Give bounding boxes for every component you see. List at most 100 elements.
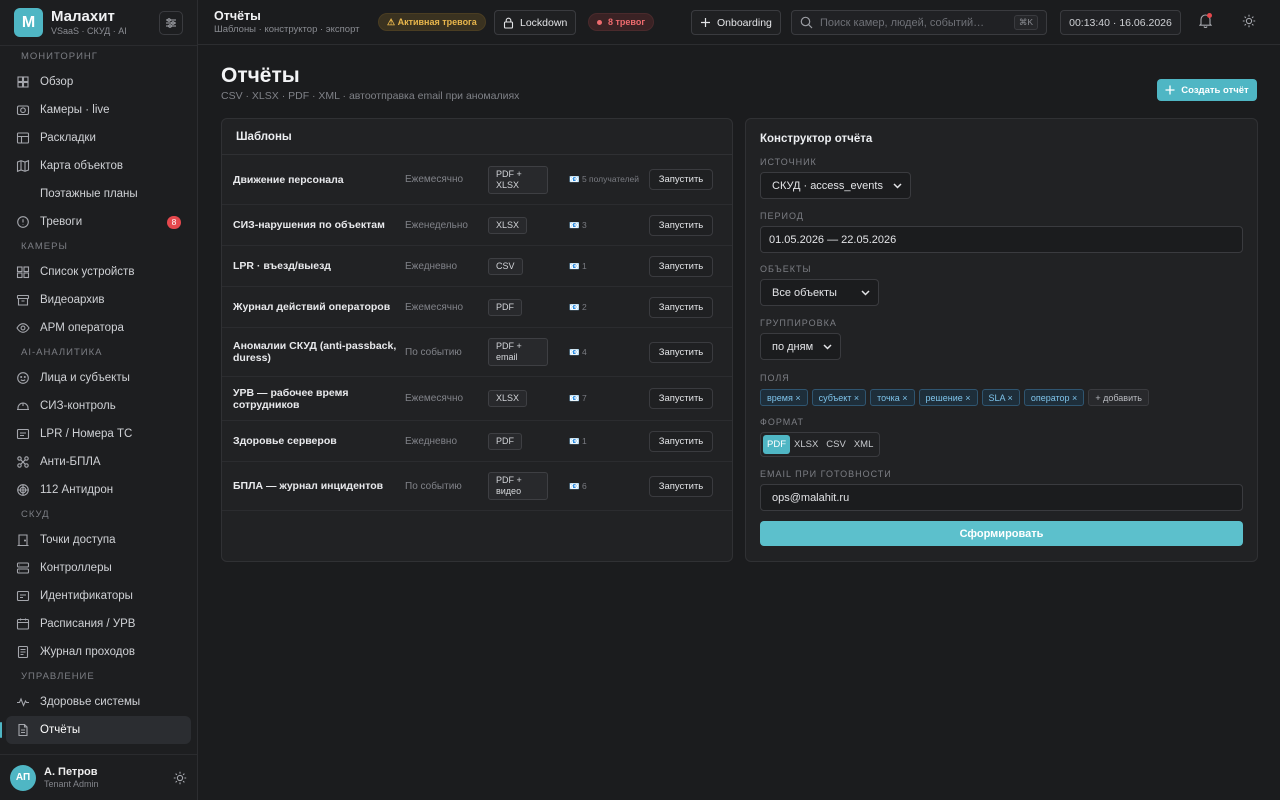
sidebar-item[interactable]: Список устройств — [6, 258, 191, 286]
run-template-button[interactable]: Запустить — [649, 214, 713, 236]
sidebar-item-label: Анти-БПЛА — [40, 456, 101, 468]
field-chip[interactable]: оператор × — [1023, 389, 1085, 406]
sidebar-item[interactable]: Карта объектов — [6, 152, 191, 180]
active-alert-pill[interactable]: ⚠ Активная тревога — [378, 13, 486, 31]
sidebar-item-label: Тревоги — [40, 216, 83, 228]
format-option[interactable]: CSV — [822, 435, 850, 454]
period-label: ПЕРИОД — [760, 211, 804, 221]
template-recipients: 📧 7 — [569, 393, 587, 403]
template-name: БПЛА — журнал инцидентов — [233, 480, 384, 492]
sidebar-item-label: Журнал проходов — [40, 646, 136, 658]
run-template-button[interactable]: Запустить — [649, 475, 713, 497]
report-builder-card: Конструктор отчёта ИСТОЧНИК СКУД · acces… — [745, 118, 1258, 562]
door-icon — [17, 534, 29, 547]
sidebar-item[interactable]: Видеоархив — [6, 286, 191, 314]
sidebar-item[interactable]: Журнал проходов — [6, 638, 191, 666]
logo: M — [14, 8, 43, 37]
template-format-badge: XLSX — [488, 390, 528, 407]
calendar-icon — [16, 618, 30, 630]
template-format-badge: PDF — [488, 298, 522, 316]
template-format-badge: PDF + email — [488, 338, 548, 366]
theme-button[interactable] — [1242, 14, 1256, 28]
field-chip[interactable]: SLA × — [981, 389, 1020, 406]
sidebar-nav: МОНИТОРИНГ Обзор Камеры · live Раскладки Кар… — [0, 46, 197, 744]
objects-label: ОБЪЕКТЫ — [760, 264, 812, 274]
lockdown-button[interactable]: Lockdown — [494, 10, 577, 35]
brand-name: Малахит — [51, 7, 115, 25]
breadcrumb: Шаблоны · конструктор · экспорт — [214, 24, 360, 35]
field-chip[interactable]: время × — [760, 389, 808, 406]
sidebar-item[interactable]: Анти-БПЛА — [6, 448, 191, 476]
format-option[interactable]: XML — [850, 435, 878, 454]
user-panel[interactable]: АП А. Петров Tenant Admin — [0, 754, 197, 800]
template-frequency: Ежедневно — [405, 435, 458, 447]
search-input[interactable] — [820, 16, 1014, 29]
template-format-badge: PDF + видео — [488, 472, 548, 500]
theme-toggle-icon[interactable] — [173, 771, 187, 785]
field-chip[interactable]: точка × — [870, 389, 915, 406]
sidebar-item[interactable]: 112 Антидрон — [6, 476, 191, 504]
sidebar-item[interactable]: Поэтажные планы — [6, 180, 191, 208]
run-template-button[interactable]: Запустить — [649, 430, 713, 452]
sidebar-item-label: LPR / Номера ТС — [40, 428, 133, 440]
chevron-down-icon — [893, 182, 902, 189]
sliders-icon — [166, 17, 176, 28]
sidebar-item[interactable]: Камеры · live — [6, 96, 191, 124]
sidebar-item[interactable]: Обзор — [6, 68, 191, 96]
objects-select[interactable]: Все объекты — [760, 279, 879, 306]
sidebar-item-label: Камеры · live — [40, 104, 110, 116]
sidebar-item[interactable]: Тревоги 8 — [6, 208, 191, 236]
search-shortcut-hint: ⌘K — [1013, 15, 1038, 30]
template-format-badge: PDF — [488, 432, 522, 450]
alarms-count-pill[interactable]: 8 тревог — [588, 13, 655, 31]
sidebar-item[interactable]: Здоровье системы — [6, 688, 191, 716]
run-template-button[interactable]: Запустить — [649, 296, 713, 318]
run-template-button[interactable]: Запустить — [649, 255, 713, 277]
field-chip[interactable]: решение × — [918, 389, 978, 406]
run-template-button[interactable]: Запустить — [649, 388, 713, 409]
sidebar-item-label: Точки доступа — [40, 534, 116, 546]
sidebar-item[interactable]: СИЗ-контроль — [6, 392, 191, 420]
archive-icon — [16, 294, 30, 306]
notifications-button[interactable] — [1199, 13, 1212, 28]
run-template-button[interactable]: Запустить — [649, 341, 713, 363]
nav-section-title: УПРАВЛЕНИЕ — [21, 671, 95, 682]
create-report-button[interactable]: Создать отчёт — [1157, 79, 1257, 101]
search-box[interactable]: ⌘K — [791, 10, 1047, 35]
sidebar-item[interactable]: Идентификаторы — [6, 582, 191, 610]
search-icon — [800, 16, 813, 29]
generate-report-button[interactable]: Сформировать — [760, 521, 1243, 546]
source-label: ИСТОЧНИК — [760, 157, 817, 167]
sidebar-item[interactable]: Раскладки — [6, 124, 191, 152]
template-name: Движение персонала — [233, 173, 344, 186]
format-option[interactable]: PDF — [763, 435, 790, 454]
sidebar-item[interactable]: Контроллеры — [6, 554, 191, 582]
sidebar-item-label: Здоровье системы — [40, 696, 141, 708]
grouping-label: ГРУППИРОВКА — [760, 318, 837, 328]
topbar: Отчёты Шаблоны · конструктор · экспорт ⚠… — [198, 0, 1280, 45]
sidebar-item[interactable]: Отчёты — [0, 716, 191, 744]
lock-icon — [503, 17, 514, 29]
format-option[interactable]: XLSX — [790, 435, 822, 454]
sidebar-item[interactable]: Точки доступа — [6, 526, 191, 554]
source-value: СКУД · access_events — [772, 179, 883, 192]
user-role: Tenant Admin — [44, 778, 99, 789]
drone-icon — [17, 456, 29, 468]
source-select[interactable]: СКУД · access_events — [760, 172, 911, 199]
onboarding-label: Onboarding — [717, 16, 772, 29]
sidebar-item[interactable]: Расписания / УРВ — [6, 610, 191, 638]
grouping-select[interactable]: по дням — [760, 333, 842, 360]
sidebar-item[interactable]: Лица и субъекты — [6, 364, 191, 392]
run-template-button[interactable]: Запустить — [649, 169, 713, 190]
sidebar-item[interactable]: АРМ оператора — [6, 314, 191, 342]
field-chip[interactable]: субъект × — [811, 389, 867, 406]
period-field[interactable]: 01.05.2026 — 22.05.2026 — [760, 226, 1243, 253]
sidebar-item-label: АРМ оператора — [40, 322, 124, 334]
map-icon — [16, 159, 30, 173]
plate-icon — [16, 428, 30, 440]
email-field[interactable]: ops@malahit.ru — [760, 484, 1243, 511]
sidebar-toggle-button[interactable] — [159, 10, 183, 35]
onboarding-button[interactable]: Onboarding — [691, 10, 781, 35]
sidebar-item[interactable]: LPR / Номера ТС — [6, 420, 191, 448]
add-field-button[interactable]: + добавить — [1088, 389, 1149, 406]
